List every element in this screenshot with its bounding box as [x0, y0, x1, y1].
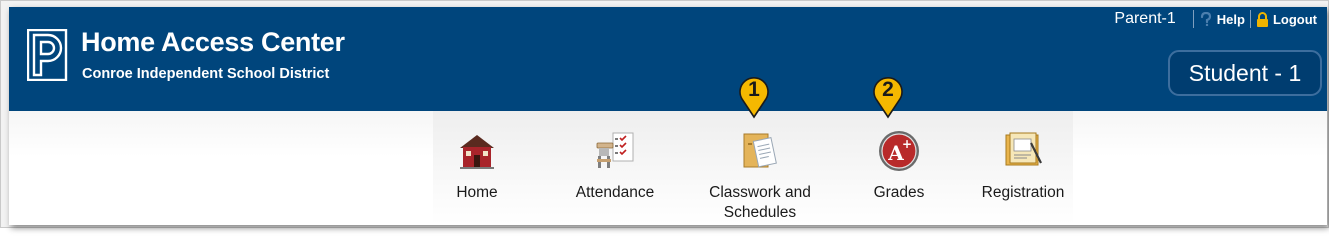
- desk-checklist-icon: [596, 132, 634, 168]
- nav-label-registration: Registration: [981, 184, 1065, 201]
- logout-label: Logout: [1272, 11, 1317, 27]
- help-link[interactable]: Help: [1199, 12, 1245, 27]
- nav-item-registration[interactable]: Registration: [971, 129, 1075, 203]
- main-nav: Home Attendance Classwork and Schedules …: [9, 77, 1327, 225]
- nav-item-classwork-schedules[interactable]: Classwork and Schedules: [695, 129, 825, 223]
- callout-number: 2: [882, 78, 894, 101]
- app-shell: Home Access Center Conroe Independent Sc…: [9, 7, 1327, 225]
- nav-item-home[interactable]: Home: [455, 129, 499, 203]
- header-bar: Home Access Center Conroe Independent Sc…: [9, 7, 1327, 111]
- nav-item-attendance[interactable]: Attendance: [569, 129, 661, 203]
- powerschool-p-logo-icon: [27, 29, 68, 81]
- window-frame: Home Access Center Conroe Independent Sc…: [0, 0, 1329, 228]
- help-label: Help: [1216, 11, 1245, 27]
- user-name: Parent-1: [1114, 10, 1176, 27]
- schoolhouse-icon: [460, 135, 494, 169]
- nav-label-home: Home: [456, 184, 498, 201]
- help-question-icon: [1200, 12, 1211, 26]
- folder-document-icon: [743, 133, 777, 168]
- nav-label-grades: Grades: [873, 184, 925, 201]
- nav-label-classwork-schedules: Classwork and Schedules: [709, 184, 811, 221]
- logout-link[interactable]: Logout: [1256, 12, 1317, 27]
- lock-icon: [1256, 11, 1268, 27]
- user-links: Parent-1 Help Logout: [1114, 8, 1317, 30]
- callout-marker-2: 2: [871, 75, 905, 119]
- district-name: Conroe Independent School District: [82, 66, 330, 82]
- app-title: Home Access Center: [81, 27, 345, 57]
- nav-label-attendance: Attendance: [575, 184, 655, 201]
- clipboard-form-icon: [1005, 132, 1042, 166]
- svg-text:+: +: [902, 137, 912, 151]
- divider: [1192, 10, 1194, 28]
- callout-marker-1: 1: [737, 75, 771, 119]
- student-selector-button[interactable]: Student - 1: [1168, 50, 1322, 96]
- student-selector-label: Student - 1: [1188, 59, 1302, 86]
- callout-number: 1: [748, 78, 760, 101]
- a-plus-badge-icon: A +: [879, 131, 919, 171]
- nav-item-grades[interactable]: A + Grades: [861, 129, 937, 203]
- divider: [1249, 10, 1251, 28]
